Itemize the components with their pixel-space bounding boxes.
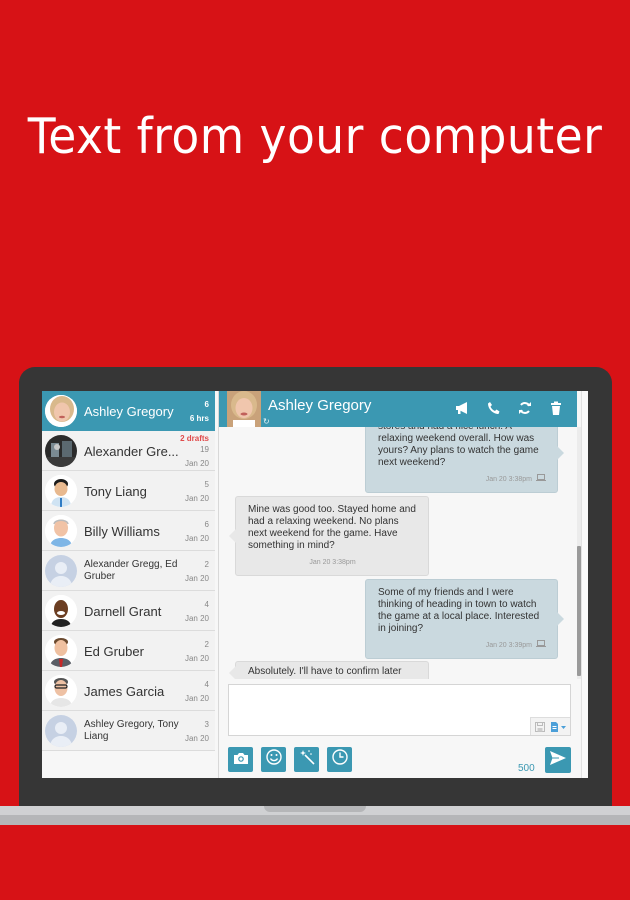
phone-icon[interactable] (485, 399, 503, 417)
send-button[interactable] (545, 747, 571, 773)
avatar (45, 595, 77, 627)
message-time: Jan 20 3:38pm (485, 476, 532, 483)
emoji-icon (265, 749, 282, 770)
message-count: 2 (204, 559, 209, 569)
message-count: 2 (204, 639, 209, 649)
templates-icon[interactable] (548, 718, 570, 735)
conversation-meta: 5 Jan 20 (185, 471, 209, 511)
conversation-time: Jan 20 (184, 653, 209, 663)
camera-button[interactable] (228, 747, 253, 772)
avatar (45, 475, 77, 507)
conversation-meta: 2 Jan 20 (185, 551, 209, 591)
avatar (45, 435, 77, 467)
megaphone-icon[interactable] (454, 399, 472, 417)
message-thread: stores and had a nice lunch. A relaxing … (219, 427, 577, 679)
trash-icon[interactable] (547, 399, 565, 417)
avatar (45, 635, 77, 667)
conversation-name: Ashley Gregory (84, 403, 174, 419)
headline: Text from your computer (27, 108, 603, 165)
message-input[interactable] (228, 684, 571, 736)
message-count: 5 (204, 479, 209, 489)
conversation-item[interactable]: Ed Gruber 2 Jan 20 (42, 631, 215, 671)
message-bubble: Mine was good too. Stayed home and had a… (229, 496, 429, 576)
conversation-item[interactable]: Tony Liang 5 Jan 20 (42, 471, 215, 511)
message-time: Jan 20 3:39pm (485, 642, 532, 649)
conversation-item[interactable]: James Garcia 4 Jan 20 (42, 671, 215, 711)
drafts-badge: 2 drafts (180, 434, 209, 443)
message-time: Jan 20 3:38pm (309, 559, 356, 566)
placeholder-avatar (45, 555, 77, 587)
conversation-name: Darnell Grant (84, 603, 162, 619)
save-draft-icon[interactable] (531, 718, 548, 735)
camera-icon (233, 751, 248, 769)
laptop-icon (536, 474, 546, 486)
conversation-time: Jan 20 (184, 693, 209, 703)
message-count: 6 (204, 399, 209, 409)
conversation-meta: 4 Jan 20 (185, 591, 209, 631)
character-count: 500 (518, 763, 535, 774)
message-count: 3 (204, 719, 209, 729)
panel-edge (581, 391, 588, 778)
message-count: 6 (204, 519, 209, 529)
conversation-time: 6 hrs (189, 413, 209, 423)
chat-header: Ashley Gregory ↻ (219, 391, 577, 427)
message-text: Absolutely. I'll have to confirm later (248, 666, 402, 677)
emoji-button[interactable] (261, 747, 286, 772)
magic-wand-icon (299, 749, 315, 770)
message-bubble: Some of my friends and I were thinking o… (365, 579, 564, 659)
conversation-meta: 2 Jan 20 (185, 631, 209, 671)
conversation-time: Jan 20 (184, 459, 209, 468)
conversation-meta: 6 6 hrs (190, 391, 209, 431)
conversation-time: Jan 20 (184, 533, 209, 543)
conversation-time: Jan 20 (184, 733, 209, 743)
conversation-list: Ashley Gregory 6 6 hrs Alexander Gre... 2 dr… (42, 391, 219, 778)
conversation-meta: 2 drafts 19 Jan 20 (180, 431, 209, 471)
app-screen: Ashley Gregory 6 6 hrs Alexander Gre... 2 dr… (42, 391, 588, 778)
conversation-item[interactable]: Darnell Grant 4 Jan 20 (42, 591, 215, 631)
conversation-name: Billy Williams (84, 523, 160, 539)
avatar (45, 675, 77, 707)
conversation-item[interactable]: Billy Williams 6 Jan 20 (42, 511, 215, 551)
conversation-name: Ashley Gregory, Tony Liang (84, 719, 179, 742)
conversation-name: Tony Liang (84, 483, 147, 499)
laptop-notch (264, 806, 366, 812)
refresh-icon[interactable] (516, 399, 534, 417)
contact-name: Ashley Gregory (268, 397, 372, 414)
conversation-time: Jan 20 (184, 573, 209, 583)
magic-wand-button[interactable] (294, 747, 319, 772)
laptop-icon (536, 640, 546, 652)
send-icon (550, 750, 566, 770)
conversation-meta: 3 Jan 20 (185, 711, 209, 751)
message-bubble: Absolutely. I'll have to confirm later (229, 661, 429, 679)
conversation-item[interactable]: Alexander Gre... 2 drafts 19 Jan 20 (42, 431, 215, 471)
sync-icon: ↻ (263, 417, 270, 426)
conversation-item[interactable]: Ashley Gregory, Tony Liang 3 Jan 20 (42, 711, 215, 751)
contact-avatar[interactable] (227, 391, 261, 427)
placeholder-avatar (45, 715, 77, 747)
conversation-name: Ed Gruber (84, 643, 144, 659)
conversation-name: Alexander Gregg, Ed Gruber (84, 559, 178, 582)
message-count: 19 (200, 445, 209, 454)
conversation-meta: 6 Jan 20 (185, 511, 209, 551)
conversation-item[interactable]: Ashley Gregory 6 6 hrs (42, 391, 215, 431)
laptop-base-shadow (0, 815, 630, 825)
message-text: Some of my friends and I were thinking o… (378, 587, 540, 634)
message-count: 4 (204, 599, 209, 609)
message-text: Mine was good too. Stayed home and had a… (248, 504, 416, 551)
conversation-name: Alexander Gre... (84, 443, 179, 459)
avatar (45, 515, 77, 547)
chat-panel: Ashley Gregory ↻ stores and had a nice (219, 391, 588, 778)
clock-icon (331, 749, 348, 770)
conversation-time: Jan 20 (184, 493, 209, 503)
conversation-meta: 4 Jan 20 (185, 671, 209, 711)
avatar (45, 395, 77, 427)
message-bubble: stores and had a nice lunch. A relaxing … (365, 427, 564, 493)
conversation-time: Jan 20 (184, 613, 209, 623)
conversation-name: James Garcia (84, 683, 165, 699)
conversation-item[interactable]: Alexander Gregg, Ed Gruber 2 Jan 20 (42, 551, 215, 591)
schedule-button[interactable] (327, 747, 352, 772)
message-text: stores and had a nice lunch. A relaxing … (378, 427, 539, 468)
message-count: 4 (204, 679, 209, 689)
